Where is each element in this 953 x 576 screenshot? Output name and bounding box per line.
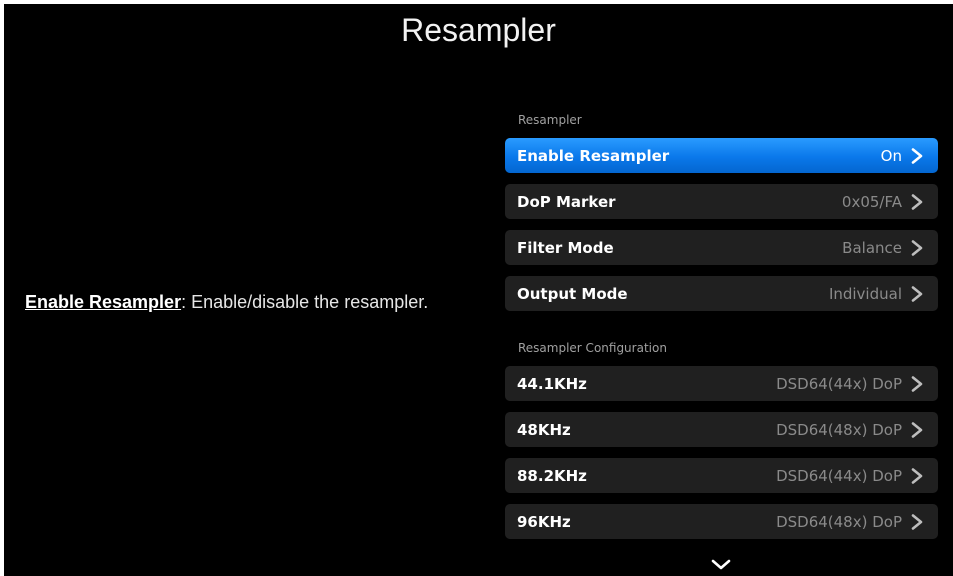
setting-row-48khz[interactable]: 48KHz DSD64(48x) DoP <box>505 412 938 447</box>
chevron-down-icon[interactable] <box>709 557 733 573</box>
setting-label: 88.2KHz <box>517 466 587 485</box>
setting-label: DoP Marker <box>517 192 616 211</box>
chevron-right-icon <box>910 285 924 302</box>
section-header-resampler: Resampler <box>518 113 582 127</box>
setting-value: DSD64(48x) DoP <box>776 512 902 531</box>
setting-row-output-mode[interactable]: Output Mode Individual <box>505 276 938 311</box>
setting-label: 44.1KHz <box>517 374 587 393</box>
setting-label: 96KHz <box>517 512 571 531</box>
chevron-right-icon <box>910 467 924 484</box>
setting-row-88-2khz[interactable]: 88.2KHz DSD64(44x) DoP <box>505 458 938 493</box>
help-term: Enable Resampler <box>25 292 182 312</box>
page-title: Resampler <box>401 12 556 48</box>
chevron-right-icon <box>910 193 924 210</box>
chevron-right-icon <box>910 375 924 392</box>
help-description: : Enable/disable the resampler. <box>181 292 429 312</box>
setting-value: Individual <box>828 284 902 303</box>
chevron-right-icon <box>910 421 924 438</box>
setting-label: Output Mode <box>517 284 628 303</box>
setting-row-44-1khz[interactable]: 44.1KHz DSD64(44x) DoP <box>505 366 938 401</box>
help-text: Enable Resampler: Enable/disable the res… <box>25 290 428 314</box>
setting-row-dop-marker[interactable]: DoP Marker 0x05/FA <box>505 184 938 219</box>
section-header-resampler-configuration: Resampler Configuration <box>518 341 667 355</box>
setting-label: Filter Mode <box>517 238 614 257</box>
setting-value: On <box>880 146 902 165</box>
setting-value: 0x05/FA <box>841 192 902 211</box>
chevron-right-icon <box>910 147 924 164</box>
setting-label: Enable Resampler <box>517 146 670 165</box>
setting-value: Balance <box>842 238 902 257</box>
setting-label: 48KHz <box>517 420 571 439</box>
resampler-settings-panel: Resampler Enable Resampler: Enable/disab… <box>4 4 953 576</box>
setting-row-96khz[interactable]: 96KHz DSD64(48x) DoP <box>505 504 938 539</box>
setting-row-enable-resampler[interactable]: Enable Resampler On <box>505 138 938 173</box>
chevron-right-icon <box>910 239 924 256</box>
setting-row-filter-mode[interactable]: Filter Mode Balance <box>505 230 938 265</box>
setting-value: DSD64(48x) DoP <box>776 420 902 439</box>
setting-value: DSD64(44x) DoP <box>776 466 902 485</box>
chevron-right-icon <box>910 513 924 530</box>
setting-value: DSD64(44x) DoP <box>776 374 902 393</box>
